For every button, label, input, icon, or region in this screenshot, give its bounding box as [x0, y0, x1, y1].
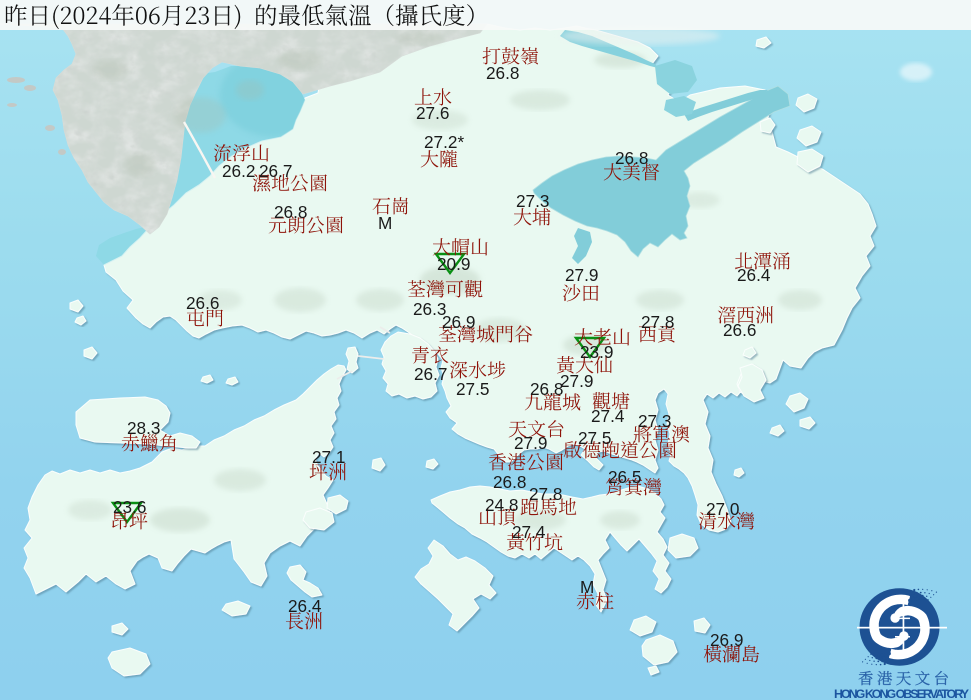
svg-text:26.6: 26.6: [186, 293, 219, 313]
svg-text:23.6: 23.6: [113, 497, 146, 517]
svg-text:27.3: 27.3: [516, 191, 549, 211]
svg-text:23.9: 23.9: [580, 342, 613, 362]
svg-text:27.0: 27.0: [706, 499, 739, 519]
svg-text:M: M: [378, 213, 392, 233]
svg-text:28.3: 28.3: [127, 418, 160, 438]
svg-text:26.4: 26.4: [288, 596, 322, 616]
svg-text:27.9: 27.9: [565, 265, 598, 285]
svg-text:27.6: 27.6: [416, 103, 449, 123]
svg-text:26.8: 26.8: [615, 148, 648, 168]
svg-text:26.4: 26.4: [737, 265, 771, 285]
svg-text:27.4: 27.4: [512, 522, 546, 542]
svg-text:M: M: [580, 577, 594, 597]
svg-text:26.2: 26.2: [222, 161, 255, 181]
svg-text:26.5: 26.5: [608, 467, 641, 487]
svg-text:20.9: 20.9: [437, 254, 470, 274]
svg-text:26.8: 26.8: [493, 472, 526, 492]
svg-text:27.4: 27.4: [591, 406, 625, 426]
svg-text:27.5: 27.5: [456, 379, 489, 399]
svg-text:26.8: 26.8: [486, 63, 519, 83]
svg-text:27.3: 27.3: [638, 411, 671, 431]
svg-text:27.9: 27.9: [514, 433, 547, 453]
svg-text:26.9: 26.9: [442, 312, 475, 332]
svg-text:27.8: 27.8: [641, 312, 674, 332]
svg-text:26.7: 26.7: [414, 364, 447, 384]
svg-text:26.7: 26.7: [259, 161, 292, 181]
svg-text:26.8: 26.8: [274, 202, 307, 222]
svg-text:26.9: 26.9: [710, 630, 743, 650]
svg-text:27.9: 27.9: [560, 371, 593, 391]
svg-text:26.6: 26.6: [723, 320, 756, 340]
svg-text:27.8: 27.8: [529, 484, 562, 504]
svg-text:24.8: 24.8: [485, 495, 518, 515]
svg-text:27.5: 27.5: [578, 428, 611, 448]
svg-text:27.1: 27.1: [312, 447, 345, 467]
svg-text:26.8: 26.8: [530, 379, 563, 399]
svg-text:27.2*: 27.2*: [424, 132, 464, 152]
svg-text:HONG KONG OBSERVATORY: HONG KONG OBSERVATORY: [834, 687, 970, 700]
